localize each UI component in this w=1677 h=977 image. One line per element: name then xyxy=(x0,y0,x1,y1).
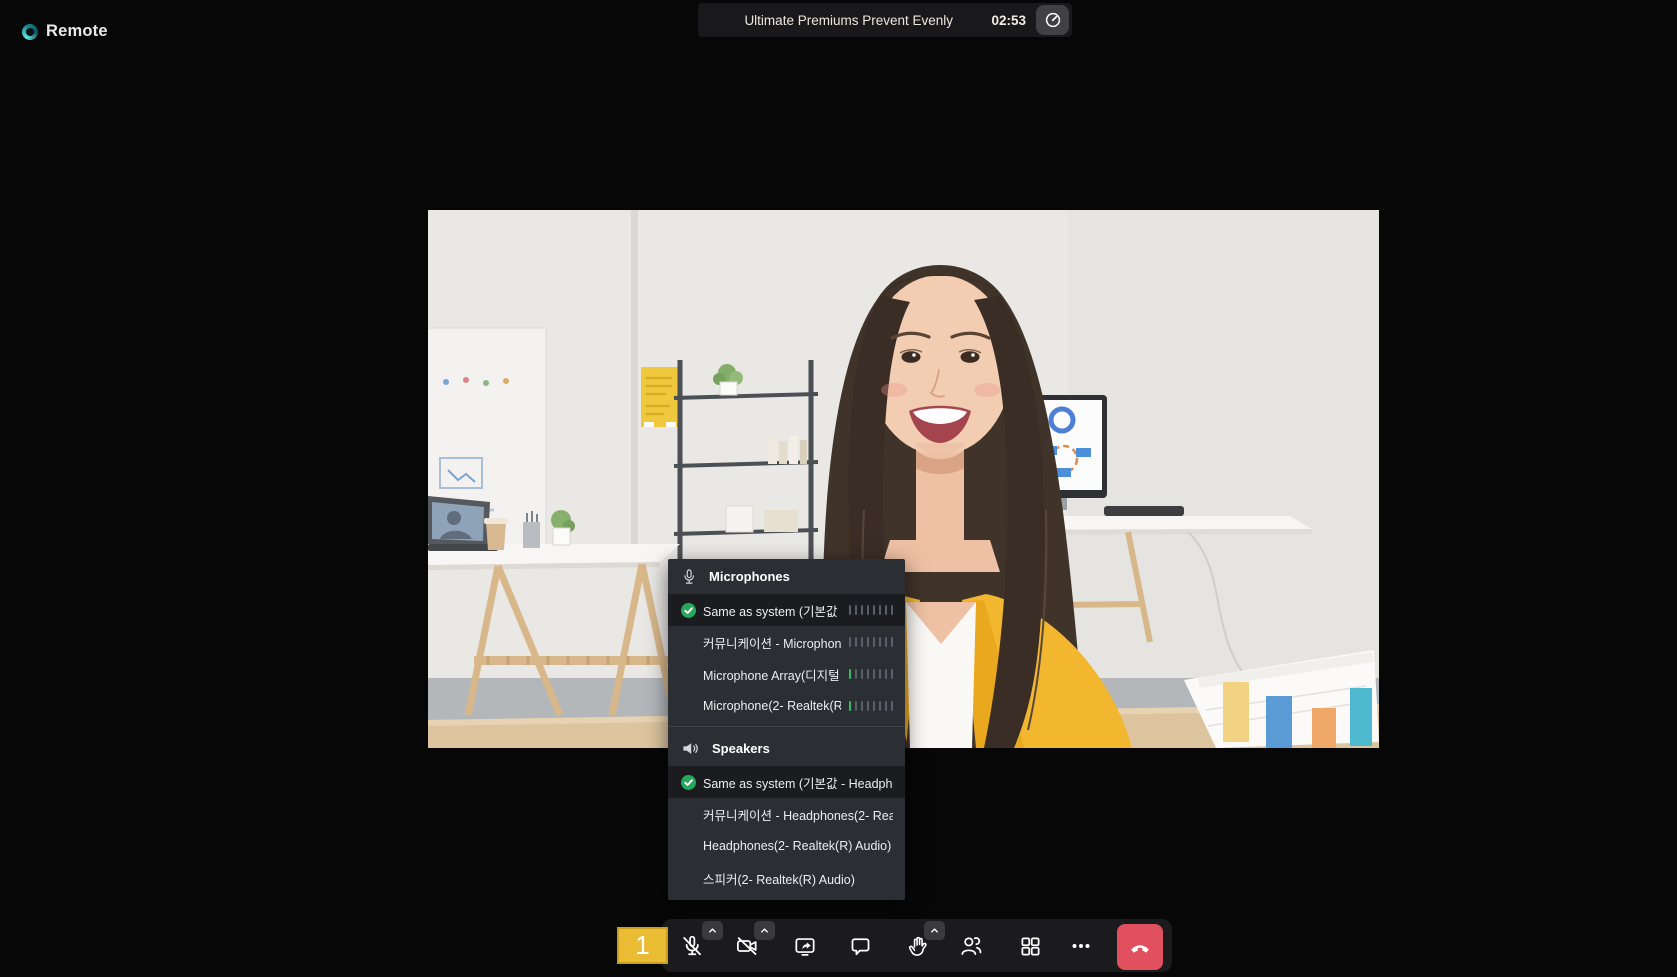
screen-share-button[interactable] xyxy=(785,926,825,966)
device-label: 커뮤니케이션 - Headphones(2- Rea... xyxy=(703,805,893,824)
chevron-up-icon xyxy=(759,925,770,936)
device-label: Microphone Array(디지털 ... xyxy=(703,665,841,684)
participants-count: 1 xyxy=(635,930,649,961)
logo-ring-icon xyxy=(22,24,38,40)
microphone-icon xyxy=(682,568,696,586)
selected-check-icon xyxy=(678,775,698,790)
meeting-title: Ultimate Premiums Prevent Evenly xyxy=(712,13,985,28)
chevron-up-icon xyxy=(929,925,940,936)
device-label: Microphone(2- Realtek(R)... xyxy=(703,699,841,713)
microphones-header-label: Microphones xyxy=(709,569,790,584)
camera-options-expander[interactable] xyxy=(754,921,775,940)
device-label: Headphones(2- Realtek(R) Audio) xyxy=(703,839,893,853)
more-options-icon xyxy=(1069,934,1093,958)
network-stats-button[interactable] xyxy=(1036,5,1069,35)
device-label: Same as system (기본값 -... xyxy=(703,601,841,620)
mic-level-meter xyxy=(849,605,893,615)
screen-share-icon xyxy=(792,933,818,959)
speaker-option-same-as-system[interactable]: Same as system (기본값 - Headpho... xyxy=(668,766,905,798)
mic-option-microphone-2[interactable]: Microphone(2- Realtek(R)... xyxy=(668,690,905,722)
speakers-header-label: Speakers xyxy=(712,741,770,756)
audio-devices-menu: Microphones Same as system (기본값 -... 커뮤니… xyxy=(668,559,905,900)
app-logo: Remote xyxy=(22,22,108,41)
speaker-icon xyxy=(682,741,699,756)
participants-count-badge[interactable]: 1 xyxy=(617,927,668,964)
microphones-header: Microphones xyxy=(668,559,905,594)
raise-hand-options-expander[interactable] xyxy=(924,921,945,940)
more-options-button[interactable] xyxy=(1061,926,1101,966)
menu-separator xyxy=(668,726,905,727)
grid-view-icon xyxy=(1018,934,1043,959)
speaker-option-speaker[interactable]: 스피커(2- Realtek(R) Audio) xyxy=(668,862,905,894)
mic-level-meter xyxy=(849,669,893,679)
mic-options-expander[interactable] xyxy=(702,921,723,940)
participants-icon xyxy=(958,933,984,959)
speaker-option-headphones[interactable]: Headphones(2- Realtek(R) Audio) xyxy=(668,830,905,862)
speaker-option-communication[interactable]: 커뮤니케이션 - Headphones(2- Rea... xyxy=(668,798,905,830)
device-label: 커뮤니케이션 - Microphon... xyxy=(703,633,841,652)
mic-off-icon xyxy=(679,933,705,959)
end-call-icon xyxy=(1126,933,1154,961)
chat-button[interactable] xyxy=(840,926,880,966)
speakers-header: Speakers xyxy=(668,731,905,766)
participants-button[interactable] xyxy=(951,926,991,966)
chat-icon xyxy=(848,934,873,959)
call-toolbar xyxy=(662,919,1172,972)
meeting-timer: 02:53 xyxy=(991,13,1026,28)
speedometer-icon xyxy=(1044,11,1062,29)
device-label: 스피커(2- Realtek(R) Audio) xyxy=(703,869,893,888)
meeting-titlebar: Ultimate Premiums Prevent Evenly 02:53 xyxy=(698,3,1072,37)
mic-option-microphone-array[interactable]: Microphone Array(디지털 ... xyxy=(668,658,905,690)
mic-option-communication[interactable]: 커뮤니케이션 - Microphon... xyxy=(668,626,905,658)
mic-level-meter xyxy=(849,637,893,647)
app-window: Remote Ultimate Premiums Prevent Evenly … xyxy=(0,0,1677,977)
mic-option-same-as-system[interactable]: Same as system (기본값 -... xyxy=(668,594,905,626)
grid-view-button[interactable] xyxy=(1010,926,1050,966)
logo-text: Remote xyxy=(46,22,108,41)
device-label: Same as system (기본값 - Headpho... xyxy=(703,773,893,792)
end-call-button[interactable] xyxy=(1117,924,1163,970)
chevron-up-icon xyxy=(707,925,718,936)
mic-level-meter xyxy=(849,701,893,711)
selected-check-icon xyxy=(678,603,698,618)
